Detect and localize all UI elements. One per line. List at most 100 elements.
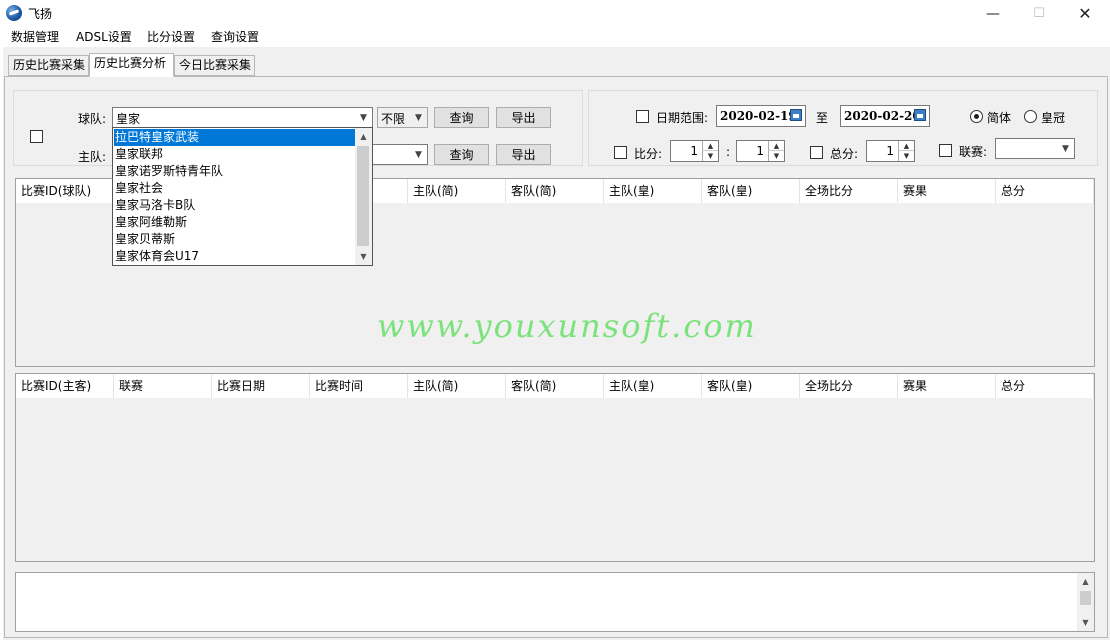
calendar-icon[interactable] bbox=[790, 109, 802, 121]
total-label: 总分: bbox=[830, 147, 859, 161]
column-header[interactable]: 主队(皇) bbox=[604, 374, 702, 398]
team-combo[interactable]: 皇家 ▼ bbox=[112, 107, 373, 128]
maximize-button[interactable]: ☐ bbox=[1016, 0, 1062, 27]
log-scrollbar[interactable]: ▲ ▼ bbox=[1077, 573, 1094, 631]
date-to-value: 2020-02-20 bbox=[844, 109, 921, 123]
column-header[interactable]: 总分 bbox=[996, 179, 1094, 203]
dropdown-scrollbar[interactable]: ▲ ▼ bbox=[355, 128, 372, 265]
menu-adsl-settings[interactable]: ADSL设置 bbox=[76, 27, 132, 47]
dropdown-option[interactable]: 皇家体育会U17 bbox=[114, 248, 356, 265]
chevron-down-icon[interactable]: ▼ bbox=[410, 145, 427, 164]
score-b-value: 1 bbox=[756, 144, 764, 158]
total-value: 1 bbox=[886, 144, 894, 158]
score-checkbox[interactable] bbox=[614, 146, 627, 159]
score-a-value: 1 bbox=[690, 144, 698, 158]
column-header[interactable]: 比赛日期 bbox=[212, 374, 310, 398]
calendar-icon[interactable] bbox=[914, 109, 926, 121]
league-label: 联赛: bbox=[959, 145, 988, 159]
chevron-down-icon[interactable]: ▼ bbox=[410, 108, 427, 127]
limit-combo[interactable]: 不限 ▼ bbox=[377, 107, 428, 128]
scroll-thumb[interactable] bbox=[357, 146, 369, 246]
dropdown-option[interactable]: 拉巴特皇家武装 bbox=[114, 129, 356, 146]
column-header[interactable]: 赛果 bbox=[898, 374, 996, 398]
league-combo[interactable]: ▼ bbox=[995, 138, 1075, 159]
tab-today-collect[interactable]: 今日比赛采集 bbox=[174, 55, 255, 76]
window-title: 飞扬 bbox=[28, 7, 53, 21]
column-header[interactable]: 比赛时间 bbox=[310, 374, 408, 398]
column-header[interactable]: 主队(简) bbox=[408, 179, 506, 203]
column-header[interactable]: 客队(皇) bbox=[702, 179, 800, 203]
column-header[interactable]: 全场比分 bbox=[800, 179, 898, 203]
total-checkbox[interactable] bbox=[810, 146, 823, 159]
column-header[interactable]: 主队(简) bbox=[408, 374, 506, 398]
scroll-up-icon[interactable]: ▲ bbox=[355, 128, 372, 145]
menu-data-management[interactable]: 数据管理 bbox=[11, 27, 59, 47]
radio-crown-label: 皇冠 bbox=[1041, 111, 1066, 125]
column-header[interactable]: 客队(简) bbox=[506, 179, 604, 203]
title-bar: 飞扬 — ☐ ✕ bbox=[0, 0, 1110, 27]
spin-down-icon[interactable]: ▼ bbox=[702, 151, 718, 161]
minimize-button[interactable]: — bbox=[970, 0, 1016, 27]
spin-down-icon[interactable]: ▼ bbox=[768, 151, 784, 161]
home-export-button[interactable]: 导出 bbox=[496, 144, 551, 165]
total-stepper[interactable]: 1 ▲ ▼ bbox=[866, 140, 915, 162]
radio-crown[interactable] bbox=[1024, 110, 1037, 123]
dropdown-option[interactable]: 皇家诺罗斯特青年队 bbox=[114, 163, 356, 180]
grid-empty-area bbox=[16, 398, 1094, 561]
window-edge bbox=[0, 47, 3, 640]
radio-simplified-label: 简体 bbox=[987, 111, 1012, 125]
chevron-down-icon[interactable]: ▼ bbox=[1057, 139, 1074, 158]
league-checkbox[interactable] bbox=[939, 144, 952, 157]
column-header[interactable]: 客队(简) bbox=[506, 374, 604, 398]
team-label: 球队: bbox=[78, 112, 107, 126]
scroll-down-icon[interactable]: ▼ bbox=[1077, 614, 1094, 631]
spin-up-icon[interactable]: ▲ bbox=[898, 141, 914, 151]
tab-history-analysis[interactable]: 历史比赛分析 bbox=[89, 53, 174, 77]
dropdown-option[interactable]: 皇家马洛卡B队 bbox=[114, 197, 356, 214]
scroll-up-icon[interactable]: ▲ bbox=[1077, 573, 1094, 590]
team-query-button[interactable]: 查询 bbox=[434, 107, 489, 128]
home-away-results-grid[interactable]: 比赛ID(主客) 联赛 比赛日期 比赛时间 主队(简) 客队(简) 主队(皇) 客队(皇) 全场… bbox=[15, 373, 1095, 562]
column-header[interactable]: 总分 bbox=[996, 374, 1094, 398]
score-a-stepper[interactable]: 1 ▲ ▼ bbox=[670, 140, 719, 162]
date-range-label: 日期范围: bbox=[656, 111, 709, 125]
spin-up-icon[interactable]: ▲ bbox=[768, 141, 784, 151]
spin-down-icon[interactable]: ▼ bbox=[898, 151, 914, 161]
dropdown-option[interactable]: 皇家贝蒂斯 bbox=[114, 231, 356, 248]
dropdown-option[interactable]: 皇家社会 bbox=[114, 180, 356, 197]
column-header[interactable]: 赛果 bbox=[898, 179, 996, 203]
score-separator: : bbox=[726, 145, 731, 159]
column-header[interactable]: 客队(皇) bbox=[702, 374, 800, 398]
column-header[interactable]: 主队(皇) bbox=[604, 179, 702, 203]
team-filter-checkbox[interactable] bbox=[30, 130, 43, 143]
date-to-picker[interactable]: 2020-02-20 bbox=[840, 105, 930, 127]
team-export-button[interactable]: 导出 bbox=[496, 107, 551, 128]
chevron-down-icon[interactable]: ▼ bbox=[355, 108, 372, 127]
team-combo-value: 皇家 bbox=[116, 112, 141, 126]
date-range-checkbox[interactable] bbox=[636, 110, 649, 123]
date-from-picker[interactable]: 2020-02-19 bbox=[716, 105, 806, 127]
home-query-button[interactable]: 查询 bbox=[434, 144, 489, 165]
column-header[interactable]: 比赛ID(主客) bbox=[16, 374, 114, 398]
column-header[interactable]: 联赛 bbox=[114, 374, 212, 398]
column-header[interactable]: 全场比分 bbox=[800, 374, 898, 398]
menu-score-settings[interactable]: 比分设置 bbox=[147, 27, 195, 47]
date-from-value: 2020-02-19 bbox=[720, 109, 797, 123]
spin-up-icon[interactable]: ▲ bbox=[702, 141, 718, 151]
log-textarea[interactable]: ▲ ▼ bbox=[15, 572, 1095, 632]
scroll-down-icon[interactable]: ▼ bbox=[355, 248, 372, 265]
scroll-thumb[interactable] bbox=[1080, 591, 1091, 605]
menu-query-settings[interactable]: 查询设置 bbox=[211, 27, 259, 47]
dropdown-option[interactable]: 皇家联邦 bbox=[114, 146, 356, 163]
home-team-label: 主队: bbox=[78, 150, 107, 164]
dropdown-option[interactable]: 皇家阿维勒斯 bbox=[114, 214, 356, 231]
radio-simplified[interactable] bbox=[970, 110, 983, 123]
team-dropdown-list[interactable]: 拉巴特皇家武装 皇家联邦 皇家诺罗斯特青年队 皇家社会 皇家马洛卡B队 皇家阿维勒斯 皇家贝… bbox=[112, 127, 373, 266]
column-header[interactable]: 比赛ID(球队) bbox=[16, 179, 114, 203]
watermark-text: www.youxunsoft.com bbox=[377, 307, 757, 345]
tab-history-collect[interactable]: 历史比赛采集 bbox=[8, 55, 89, 76]
score-b-stepper[interactable]: 1 ▲ ▼ bbox=[736, 140, 785, 162]
to-label: 至 bbox=[816, 111, 829, 125]
close-button[interactable]: ✕ bbox=[1062, 0, 1108, 27]
grid-header: 比赛ID(主客) 联赛 比赛日期 比赛时间 主队(简) 客队(简) 主队(皇) 客队(皇) 全场… bbox=[16, 374, 1094, 398]
